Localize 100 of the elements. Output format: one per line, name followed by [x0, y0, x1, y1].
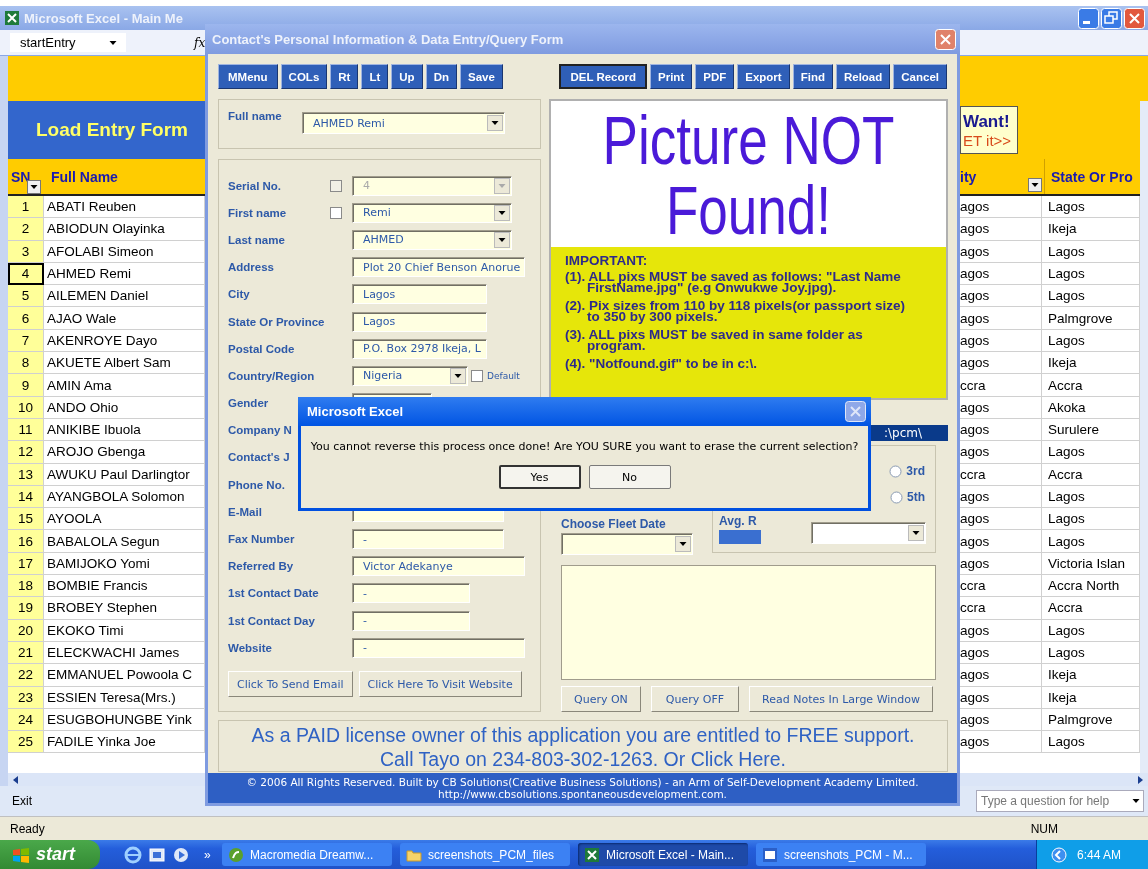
table-cell[interactable]: ABATI Reuben	[44, 196, 205, 219]
table-cell[interactable]: Lagos	[1042, 262, 1140, 286]
table-cell[interactable]: agos	[958, 352, 1042, 375]
filter-button[interactable]	[1028, 178, 1042, 192]
table-cell[interactable]: 8	[8, 352, 44, 375]
radio-button[interactable]: 3rd	[889, 464, 925, 478]
dialog-button[interactable]: Yes	[498, 465, 581, 489]
table-cell[interactable]: 25	[8, 731, 44, 754]
table-cell[interactable]: agos	[958, 218, 1042, 241]
table-cell[interactable]: Lagos	[1042, 329, 1140, 353]
table-cell[interactable]: Accra North	[1042, 575, 1140, 598]
toolbar-button[interactable]: Up	[391, 64, 423, 89]
action-button[interactable]: Click To Send Email	[228, 671, 353, 697]
input-field[interactable]: -	[352, 529, 504, 550]
chevron-icon[interactable]	[1051, 846, 1067, 863]
table-cell[interactable]: 11	[8, 418, 44, 442]
table-cell[interactable]: 15	[8, 508, 44, 531]
table-cell[interactable]: Lagos	[1042, 641, 1140, 665]
table-cell[interactable]: AFOLABI Simeon	[44, 240, 205, 263]
desktop-icon[interactable]	[148, 845, 166, 864]
combo-box[interactable]	[561, 533, 693, 555]
table-cell[interactable]: AYOOLA	[44, 508, 205, 531]
table-cell[interactable]: ccra	[958, 575, 1042, 598]
table-cell[interactable]: BABALOLA Segun	[44, 530, 205, 553]
taskbar-button[interactable]: Macromedia Dreamw...	[222, 843, 392, 866]
table-cell[interactable]: ccra	[958, 597, 1042, 620]
table-cell[interactable]: Accra	[1042, 374, 1140, 397]
combo-box[interactable]: Remi	[352, 202, 512, 223]
promo-box[interactable]: Want! ET it>>	[960, 106, 1018, 154]
table-cell[interactable]: Lagos	[1042, 196, 1140, 219]
table-cell[interactable]: 1	[8, 196, 44, 219]
table-cell[interactable]: 24	[8, 708, 44, 732]
input-field[interactable]: -	[352, 637, 525, 658]
table-cell[interactable]: AJAO Wale	[44, 307, 205, 330]
checkbox[interactable]	[330, 206, 342, 219]
table-cell[interactable]: 5	[8, 285, 44, 308]
support-text[interactable]: Call Tayo on 234-803-302-1263. Or Click Here.	[219, 747, 947, 771]
table-cell[interactable]: 6	[8, 307, 44, 330]
input-field[interactable]: P.O. Box 2978 Ikeja, L	[352, 338, 487, 359]
table-cell[interactable]: 17	[8, 552, 44, 576]
table-cell[interactable]: agos	[958, 508, 1042, 531]
toolbar-button[interactable]: DEL Record	[559, 64, 648, 89]
toolbar-button[interactable]: Find	[792, 64, 833, 89]
combo-box[interactable]: AHMED Remi	[302, 112, 505, 134]
input-field[interactable]: Victor Adekanye	[352, 556, 525, 577]
table-cell[interactable]: Palmgrove	[1042, 307, 1140, 330]
table-cell[interactable]: 20	[8, 619, 44, 642]
table-cell[interactable]: ESSIEN Teresa(Mrs.)	[44, 686, 205, 709]
table-cell[interactable]: Surulere	[1042, 418, 1140, 442]
table-cell[interactable]: Lagos	[1042, 441, 1140, 464]
table-cell[interactable]: ABIODUN Olayinka	[44, 218, 205, 241]
table-cell[interactable]: ccra	[958, 374, 1042, 397]
table-cell[interactable]: 13	[8, 463, 44, 486]
table-cell[interactable]: 14	[8, 485, 44, 509]
table-cell[interactable]: Ikeja	[1042, 352, 1140, 375]
table-cell[interactable]: Lagos	[1042, 485, 1140, 509]
taskbar-button[interactable]: Microsoft Excel - Main...	[578, 843, 748, 866]
table-cell[interactable]: Lagos	[1042, 240, 1140, 263]
minimize-icon[interactable]	[1078, 7, 1099, 29]
table-cell[interactable]: 18	[8, 575, 44, 598]
name-box[interactable]: startEntry	[10, 33, 126, 52]
toolbar-button[interactable]: Lt	[361, 64, 389, 89]
table-cell[interactable]: Lagos	[1042, 285, 1140, 308]
horizontal-scrollbar[interactable]	[8, 773, 205, 786]
exit-menu[interactable]: Exit	[12, 794, 32, 808]
table-cell[interactable]: AKUETE Albert Sam	[44, 352, 205, 375]
table-cell[interactable]: AKENROYE Dayo	[44, 329, 205, 353]
table-cell[interactable]: agos	[958, 307, 1042, 330]
toolbar-button[interactable]: Save	[459, 64, 503, 89]
table-cell[interactable]: ESUGBOHUNGBE Yink	[44, 708, 205, 732]
radio-button[interactable]: 5th	[890, 490, 925, 504]
filter-button[interactable]	[27, 180, 41, 194]
toolbar-button[interactable]: COLs	[280, 64, 328, 89]
table-cell[interactable]: Lagos	[1042, 530, 1140, 553]
table-cell[interactable]: AMIN Ama	[44, 374, 205, 397]
table-cell[interactable]: agos	[958, 285, 1042, 308]
toolbar-button[interactable]: PDF	[695, 64, 735, 89]
action-button[interactable]: Query ON	[561, 686, 641, 712]
table-cell[interactable]: AROJO Gbenga	[44, 441, 205, 464]
support-banner[interactable]: As a PAID license owner of this application you are entitled to FREE support. Call Tayo on 234-803-302-1263. Or Click Here.	[218, 720, 948, 772]
combo-box[interactable]: AHMED	[352, 229, 512, 250]
table-cell[interactable]: Lagos	[1042, 508, 1140, 531]
toolbar-button[interactable]: Rt	[330, 64, 359, 89]
checkbox[interactable]	[471, 369, 483, 382]
more-button[interactable]: »	[204, 847, 211, 862]
input-field[interactable]: -	[352, 583, 470, 604]
input-field[interactable]: Lagos	[352, 311, 487, 332]
toolbar-button[interactable]: Export	[737, 64, 790, 89]
input-field[interactable]: Lagos	[352, 284, 487, 305]
table-cell[interactable]: 12	[8, 441, 44, 464]
table-cell[interactable]: 21	[8, 641, 44, 665]
table-cell[interactable]: 16	[8, 530, 44, 553]
table-cell[interactable]: agos	[958, 664, 1042, 687]
taskbar-button[interactable]: screenshots_PCM_files	[400, 843, 570, 866]
table-cell[interactable]: BAMIJOKO Yomi	[44, 552, 205, 576]
input-field[interactable]: -	[352, 610, 470, 631]
toolbar-button[interactable]: MMenu	[218, 64, 278, 89]
toolbar-button[interactable]: Dn	[425, 64, 457, 89]
combo-box[interactable]: Nigeria	[352, 365, 468, 386]
action-button[interactable]: Click Here To Visit Website	[358, 671, 522, 697]
